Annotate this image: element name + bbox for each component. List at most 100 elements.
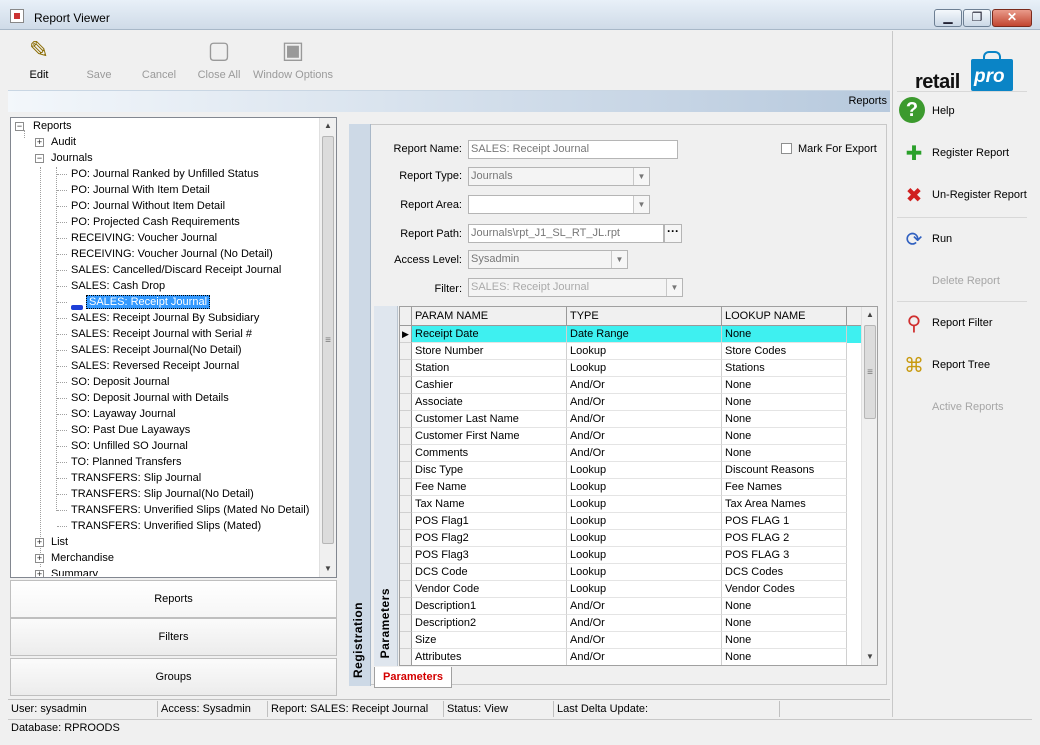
maximize-button[interactable]: ❐ [963, 9, 991, 27]
row-indicator[interactable] [400, 530, 412, 547]
tree-group-journals[interactable]: Journals [51, 150, 93, 166]
table-row[interactable]: POS Flag1 Lookup POS FLAG 1 [400, 513, 862, 530]
row-indicator[interactable] [400, 462, 412, 479]
lookup-name-cell[interactable]: None [722, 394, 847, 411]
row-indicator[interactable] [400, 445, 412, 462]
type-cell[interactable]: Lookup [567, 530, 722, 547]
help-button[interactable]: ? Help [897, 95, 1031, 129]
param-name-cell[interactable]: Store Number [412, 343, 567, 360]
type-cell[interactable]: Lookup [567, 343, 722, 360]
param-name-cell[interactable]: Disc Type [412, 462, 567, 479]
report-tree[interactable]: − Reports + Audit − Journals PO: Journal… [10, 117, 337, 578]
delete-report-button[interactable]: Delete Report [897, 265, 1031, 299]
tab-parameters[interactable]: Parameters [374, 667, 452, 688]
param-name-cell[interactable]: Vendor Code [412, 581, 567, 598]
lookup-name-cell[interactable]: Stations [722, 360, 847, 377]
lookup-name-cell[interactable]: None [722, 615, 847, 632]
tree-group-list[interactable]: List [51, 534, 68, 550]
collapse-icon[interactable]: − [15, 122, 24, 131]
table-row[interactable]: Fee Name Lookup Fee Names [400, 479, 862, 496]
param-name-cell[interactable]: POS Flag3 [412, 547, 567, 564]
column-lookup-name[interactable]: LOOKUP NAME [722, 307, 847, 326]
lookup-name-cell[interactable]: None [722, 411, 847, 428]
table-row[interactable]: Cashier And/Or None [400, 377, 862, 394]
close-all-button[interactable]: ▢ Close All [189, 35, 249, 87]
row-indicator[interactable] [400, 547, 412, 564]
close-button[interactable]: ✕ [992, 9, 1032, 27]
lookup-name-cell[interactable]: None [722, 445, 847, 462]
table-row[interactable]: Size And/Or None [400, 632, 862, 649]
type-cell[interactable]: Lookup [567, 462, 722, 479]
table-row[interactable]: Description1 And/Or None [400, 598, 862, 615]
param-name-cell[interactable]: Cashier [412, 377, 567, 394]
scroll-up-icon[interactable]: ▲ [862, 307, 877, 323]
table-row[interactable]: Store Number Lookup Store Codes [400, 343, 862, 360]
lookup-name-cell[interactable]: POS FLAG 2 [722, 530, 847, 547]
table-row[interactable]: POS Flag3 Lookup POS FLAG 3 [400, 547, 862, 564]
scroll-up-icon[interactable]: ▲ [320, 118, 336, 134]
param-name-cell[interactable]: Station [412, 360, 567, 377]
param-name-cell[interactable]: Receipt Date [412, 326, 567, 343]
tab-parameters-vertical[interactable]: Parameters [374, 306, 398, 666]
lookup-name-cell[interactable]: Discount Reasons [722, 462, 847, 479]
param-name-cell[interactable]: Tax Name [412, 496, 567, 513]
scroll-down-icon[interactable]: ▼ [862, 649, 877, 665]
cancel-button[interactable]: Cancel [129, 35, 189, 87]
type-cell[interactable]: And/Or [567, 445, 722, 462]
param-name-cell[interactable]: Fee Name [412, 479, 567, 496]
tree-group-audit[interactable]: Audit [51, 134, 76, 150]
grid-scrollbar[interactable]: ▲ ≡ ▼ [861, 307, 877, 665]
tree-item[interactable]: RECEIVING: Voucher Journal [71, 230, 217, 246]
type-cell[interactable]: Lookup [567, 564, 722, 581]
param-name-cell[interactable]: POS Flag1 [412, 513, 567, 530]
row-indicator[interactable] [400, 343, 412, 360]
nav-reports-button[interactable]: Reports [10, 580, 337, 618]
row-indicator[interactable] [400, 615, 412, 632]
window-options-button[interactable]: ▣ Window Options [249, 35, 337, 87]
table-row[interactable]: Comments And/Or None [400, 445, 862, 462]
tree-item[interactable]: SALES: Receipt Journal(No Detail) [71, 342, 242, 358]
tree-root[interactable]: Reports [33, 118, 72, 134]
access-level-select[interactable]: Sysadmin ▼ [468, 250, 628, 269]
type-cell[interactable]: And/Or [567, 615, 722, 632]
tree-item[interactable]: RECEIVING: Voucher Journal (No Detail) [71, 246, 273, 262]
type-cell[interactable]: And/Or [567, 649, 722, 665]
tree-item[interactable]: TRANSFERS: Unverified Slips (Mated) [71, 518, 261, 534]
lookup-name-cell[interactable]: None [722, 632, 847, 649]
type-cell[interactable]: And/Or [567, 394, 722, 411]
tree-item[interactable]: TRANSFERS: Slip Journal [71, 470, 201, 486]
column-param-name[interactable]: PARAM NAME [412, 307, 567, 326]
report-path-field[interactable]: Journals\rpt_J1_SL_RT_JL.rpt [468, 224, 664, 243]
parameters-grid[interactable]: PARAM NAME TYPE LOOKUP NAME ▶ Receipt Dat… [399, 306, 878, 666]
tree-item[interactable]: SO: Deposit Journal with Details [71, 390, 229, 406]
tree-item[interactable]: SALES: Cash Drop [71, 278, 165, 294]
report-filter-button[interactable]: ⚲ Report Filter [897, 307, 1031, 341]
tree-item[interactable]: PO: Journal Without Item Detail [71, 198, 225, 214]
row-indicator[interactable] [400, 428, 412, 445]
scroll-thumb[interactable]: ≡ [864, 325, 876, 419]
lookup-name-cell[interactable]: Fee Names [722, 479, 847, 496]
type-cell[interactable]: And/Or [567, 411, 722, 428]
tree-item[interactable]: PO: Journal With Item Detail [71, 182, 210, 198]
scroll-thumb[interactable]: ≡ [322, 136, 334, 544]
filter-select[interactable]: SALES: Receipt Journal ▼ [468, 278, 683, 297]
row-indicator[interactable] [400, 394, 412, 411]
type-cell[interactable]: Lookup [567, 479, 722, 496]
tree-scrollbar[interactable]: ▲ ≡ ▼ [319, 118, 336, 577]
row-indicator[interactable] [400, 513, 412, 530]
nav-groups-button[interactable]: Groups [10, 658, 337, 696]
row-indicator[interactable] [400, 496, 412, 513]
tree-item[interactable]: SO: Layaway Journal [71, 406, 176, 422]
expand-icon[interactable]: + [35, 554, 44, 563]
param-name-cell[interactable]: Associate [412, 394, 567, 411]
table-row[interactable]: Disc Type Lookup Discount Reasons [400, 462, 862, 479]
expand-icon[interactable]: + [35, 570, 44, 577]
table-row[interactable]: Associate And/Or None [400, 394, 862, 411]
tree-item[interactable]: SALES: Cancelled/Discard Receipt Journal [71, 262, 281, 278]
row-indicator[interactable] [400, 598, 412, 615]
tree-item[interactable]: SALES: Receipt Journal with Serial # [71, 326, 252, 342]
param-name-cell[interactable]: Description2 [412, 615, 567, 632]
run-button[interactable]: ⟳ Run [897, 223, 1031, 257]
tree-item[interactable]: SALES: Receipt Journal [86, 294, 211, 310]
table-row[interactable]: DCS Code Lookup DCS Codes [400, 564, 862, 581]
